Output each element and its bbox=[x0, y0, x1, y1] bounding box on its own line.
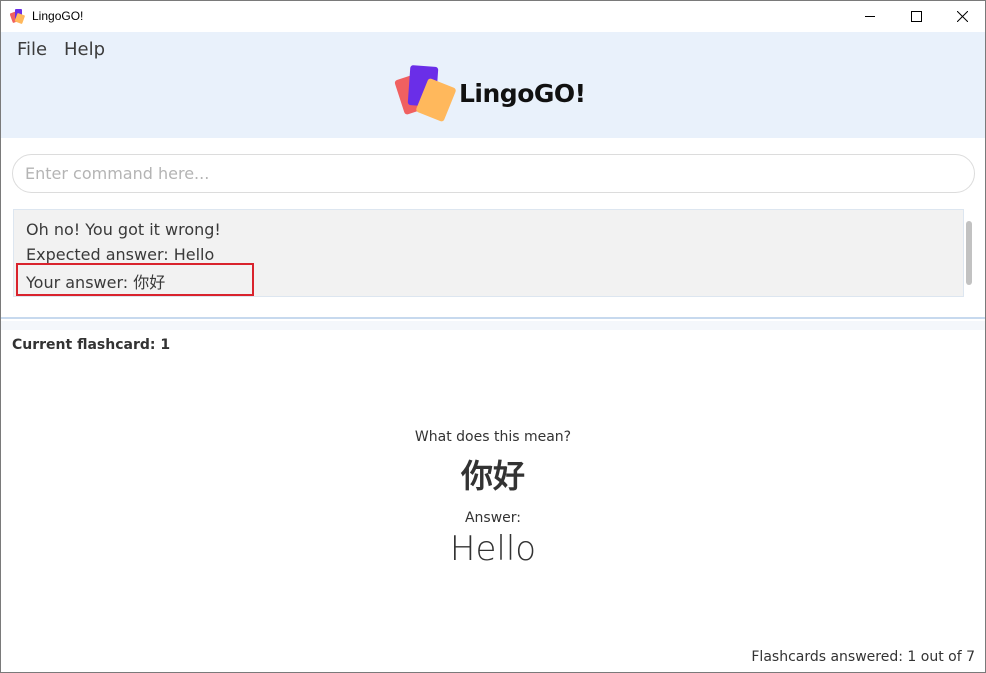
expected-answer-text: Expected answer: Hello bbox=[26, 245, 215, 264]
minimize-button[interactable] bbox=[847, 1, 893, 32]
result-message: Oh no! You got it wrong! bbox=[26, 220, 221, 239]
result-panel: Oh no! You got it wrong! Expected answer… bbox=[1, 201, 985, 319]
title-bar: LingoGO! bbox=[1, 1, 985, 32]
header-bar: File Help LingoGO! bbox=[1, 32, 985, 138]
lingogo-logo-icon bbox=[394, 65, 456, 122]
maximize-button[interactable] bbox=[893, 1, 939, 32]
minimize-icon bbox=[864, 16, 875, 17]
maximize-icon bbox=[910, 11, 922, 22]
flashcards-answered-status: Flashcards answered: 1 out of 7 bbox=[751, 649, 975, 665]
result-scrollbar[interactable] bbox=[966, 221, 972, 285]
close-button[interactable] bbox=[939, 1, 985, 32]
close-icon bbox=[956, 11, 968, 22]
menu-file[interactable]: File bbox=[17, 39, 47, 60]
answer-label: Answer: bbox=[464, 510, 522, 526]
flashcard-question: 你好 bbox=[460, 457, 525, 495]
divider-strip bbox=[1, 321, 985, 330]
flashcard-answer: Hello bbox=[449, 529, 537, 569]
question-label: What does this mean? bbox=[414, 429, 572, 445]
menu-help[interactable]: Help bbox=[64, 39, 105, 60]
app-window: LingoGO! File Help LingoGO! Enter comman… bbox=[0, 0, 986, 673]
window-title: LingoGO! bbox=[32, 9, 84, 23]
command-input[interactable] bbox=[12, 154, 975, 193]
logo-text: LingoGO! bbox=[459, 79, 586, 108]
current-flashcard-label: Current flashcard: 1 bbox=[12, 337, 171, 353]
lingogo-app-icon bbox=[10, 9, 25, 24]
annotation-highlight-box bbox=[16, 263, 254, 296]
